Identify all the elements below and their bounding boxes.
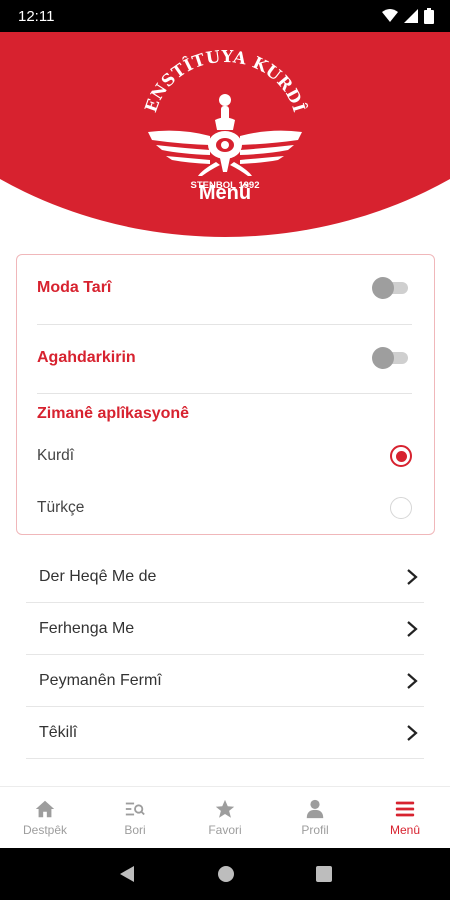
menu-item-label: Ferhenga Me [39, 619, 135, 637]
notifications-toggle[interactable] [372, 346, 412, 370]
status-time: 12:11 [18, 7, 55, 25]
toggle-thumb [372, 347, 394, 369]
nav-item-favorites[interactable]: Favori [180, 787, 270, 848]
settings-card: Moda Tarî Agahdarkirin Zimanê aplîkasyon… [16, 254, 435, 535]
menu-item-label: Peymanên Fermî [39, 671, 162, 689]
dark-mode-row[interactable]: Moda Tarî [37, 255, 412, 321]
page-title: Menû [198, 182, 252, 204]
radio-dot [395, 450, 407, 462]
toggle-thumb [372, 277, 394, 299]
bottom-nav: Destpêk Bori Favori Profil Menû [0, 786, 450, 848]
menu-item-agreements[interactable]: Peymanên Fermî [26, 655, 424, 707]
status-bar: 12:11 [0, 0, 450, 32]
battery-icon [424, 8, 434, 24]
language-option-label: Kurdî [37, 447, 75, 464]
menu-item-about[interactable]: Der Heqê Me de [26, 551, 424, 603]
status-icons [382, 8, 434, 24]
chevron-right-icon [407, 724, 418, 741]
menu-list: Der Heqê Me de Ferhenga Me Peymanên Ferm… [26, 551, 424, 759]
menu-icon [395, 801, 415, 817]
nav-item-label: Menû [389, 823, 421, 837]
institute-logo: ENSTÎTUYA KURDÎ STENBOL 1992 [141, 50, 309, 190]
signal-icon [404, 9, 418, 23]
language-option-label: Türkçe [37, 499, 85, 516]
menu-item-label: Der Heqê Me de [39, 567, 157, 585]
nav-item-label: Bori [124, 823, 146, 837]
radio-selected[interactable] [390, 445, 412, 467]
divider [37, 393, 412, 394]
menu-item-dictionary[interactable]: Ferhenga Me [26, 603, 424, 655]
notifications-row[interactable]: Agahdarkirin [37, 325, 412, 391]
person-icon [306, 799, 324, 819]
chevron-right-icon [407, 568, 418, 585]
wifi-icon [382, 9, 398, 22]
menu-item-contact[interactable]: Têkilî [26, 707, 424, 759]
nav-item-profile[interactable]: Profil [270, 787, 360, 848]
home-icon [35, 800, 55, 818]
language-option-kurdi[interactable]: Kurdî [37, 436, 412, 476]
back-icon[interactable] [118, 865, 136, 883]
home-circle-icon[interactable] [217, 865, 235, 883]
nav-item-search[interactable]: Bori [90, 787, 180, 848]
star-icon [215, 799, 235, 818]
nav-item-home[interactable]: Destpêk [0, 787, 90, 848]
dark-mode-label: Moda Tarî [37, 279, 112, 296]
nav-item-label: Profil [301, 823, 329, 837]
nav-item-menu[interactable]: Menû [360, 787, 450, 848]
dark-mode-toggle[interactable] [372, 276, 412, 300]
nav-item-label: Destpêk [22, 823, 68, 837]
search-list-icon [125, 802, 145, 816]
header: ENSTÎTUYA KURDÎ STENBOL 1992 Menû [0, 32, 450, 237]
menu-item-label: Têkilî [39, 723, 78, 741]
notifications-label: Agahdarkirin [37, 349, 136, 366]
recents-icon[interactable] [315, 866, 332, 882]
chevron-right-icon [407, 672, 418, 689]
system-nav-bar [0, 848, 450, 900]
radio-unselected[interactable] [390, 497, 412, 519]
language-option-turkce[interactable]: Türkçe [37, 488, 412, 528]
language-title: Zimanê aplîkasyonê [37, 405, 190, 422]
nav-item-label: Favori [208, 823, 242, 837]
chevron-right-icon [407, 620, 418, 637]
